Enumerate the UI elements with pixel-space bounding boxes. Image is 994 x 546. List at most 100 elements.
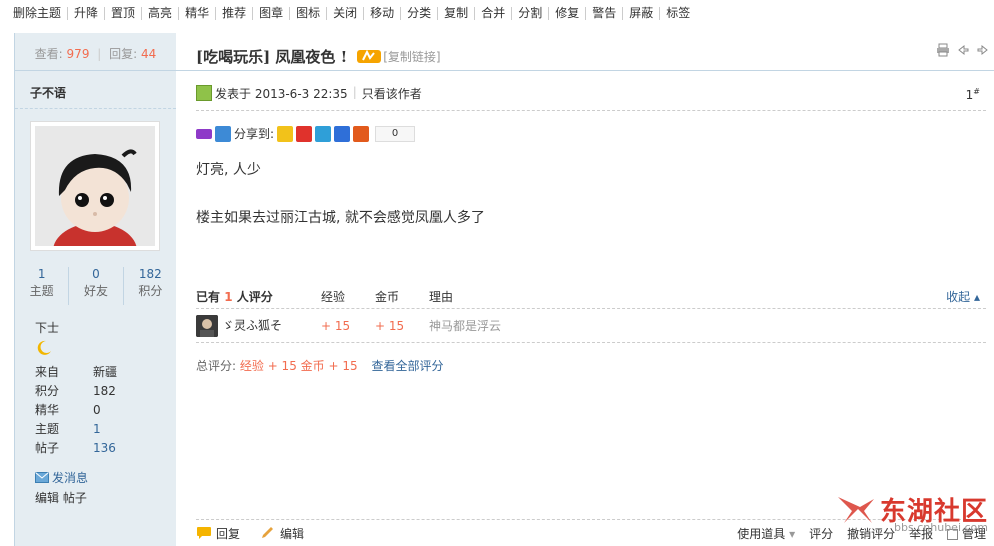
envelope-icon (35, 472, 49, 483)
rating-total: 总评分: 经验 + 15 金币 + 15 查看全部评分 (196, 357, 443, 374)
title-tools (936, 43, 990, 57)
online-status-icon (196, 85, 212, 101)
mod-action[interactable]: 警告 (585, 7, 622, 20)
info-row-digest: 精华 0 (35, 401, 117, 420)
qzone-icon[interactable] (277, 125, 294, 142)
info-key: 精华 (35, 403, 60, 417)
col-gold: 金币 (375, 290, 400, 304)
plus-icon[interactable] (215, 125, 231, 142)
mod-action[interactable]: 精华 (178, 7, 215, 20)
edit-label: 编辑 (280, 526, 305, 541)
rating-header: 已有 1 人评分 经验 金币 理由 收起 ▴ (196, 285, 986, 309)
edit-post-link[interactable]: 编辑 帖子 (35, 489, 87, 506)
stat-points[interactable]: 182 积分 (122, 267, 177, 305)
mod-action[interactable]: 移动 (363, 7, 400, 20)
author-name[interactable]: 子不语 (15, 71, 176, 109)
rating-exp: + 15 (321, 318, 351, 333)
post-main: [吃喝玩乐] 凤凰夜色 ! [复制链接] 发表于 2013-6-3 22:35 … (176, 33, 994, 546)
reply-label: 回复 (216, 526, 241, 541)
info-posts-link[interactable]: 136 (93, 439, 116, 458)
pencil-icon (262, 527, 274, 538)
info-row-topics: 主题 1 (35, 420, 117, 439)
stat-topics-label: 主题 (29, 284, 54, 298)
stat-topics-num: 1 (37, 267, 46, 281)
print-icon[interactable] (936, 43, 950, 57)
total-gold: 金币 + 15 (300, 359, 358, 373)
views-label: 查看: (34, 47, 63, 61)
mod-action[interactable]: 分割 (511, 7, 548, 20)
renren-icon[interactable] (334, 125, 351, 142)
info-value: 新疆 (93, 365, 118, 379)
next-thread-icon[interactable] (976, 43, 990, 57)
content-line: 灯亮, 人少 (196, 162, 261, 178)
send-message-label: 发消息 (52, 471, 89, 485)
tencent-weibo-icon[interactable] (315, 125, 332, 142)
post-title: [吃喝玩乐] 凤凰夜色 ! (196, 47, 348, 66)
replies-label: 回复: (109, 47, 138, 61)
rating-prefix: 已有 (196, 290, 221, 304)
logo-icon (837, 496, 874, 523)
mod-action[interactable]: 分类 (400, 7, 437, 20)
send-message-link[interactable]: 发消息 (35, 469, 88, 486)
mod-action[interactable]: 关闭 (326, 7, 363, 20)
author-info: 来自 新疆 积分 182 精华 0 主题 1 帖子 136 (35, 363, 117, 458)
info-key: 主题 (35, 422, 60, 436)
info-value: 182 (93, 384, 116, 398)
rater-avatar (196, 314, 218, 337)
view-all-ratings-link[interactable]: 查看全部评分 (371, 359, 443, 373)
chevron-down-icon: ▾ (789, 526, 796, 541)
fold-ratings-link[interactable]: 收起 ▴ (946, 288, 980, 305)
mod-action[interactable]: 删除主题 (13, 7, 67, 20)
mod-action[interactable]: 高亮 (141, 7, 178, 20)
moderation-bar: 删除主题 升降 置顶 高亮 精华 推荐 图章 图标 关闭 移动 分类 复制 合并 分割 修复 警告 屏蔽 标签 (0, 0, 994, 28)
mod-action[interactable]: 推荐 (215, 7, 252, 20)
stat-topics[interactable]: 1 主题 (15, 267, 68, 305)
ad-icon (196, 128, 212, 139)
mod-action[interactable]: 图标 (289, 7, 326, 20)
share-count: 0 (375, 125, 416, 142)
info-key: 积分 (35, 384, 60, 398)
watermark-url: bbs.cnhubei.com (894, 521, 988, 534)
mod-action[interactable]: 合并 (474, 7, 511, 20)
edit-button[interactable]: 编辑 (260, 525, 304, 542)
use-tools-menu[interactable]: 使用道具 ▾ (737, 525, 795, 542)
avatar[interactable] (30, 121, 160, 251)
stat-points-label: 积分 (138, 284, 163, 298)
stat-friends[interactable]: 0 好友 (68, 267, 122, 305)
site-watermark: 东湖社区 bbs.cnhubei.com (836, 491, 988, 534)
content-line: 楼主如果去过丽江古城, 就不会感觉凤凰人多了 (196, 210, 485, 226)
mod-action[interactable]: 屏蔽 (622, 7, 659, 20)
weibo-icon[interactable] (296, 125, 313, 142)
avatar-image (35, 126, 155, 246)
mod-action[interactable]: 复制 (437, 7, 474, 20)
mod-action[interactable]: 图章 (252, 7, 289, 20)
floor-number[interactable]: 1# (966, 87, 980, 102)
info-topics-link[interactable]: 1 (93, 420, 101, 439)
info-key: 帖子 (35, 441, 60, 455)
copy-link-button[interactable]: [复制链接] (383, 48, 440, 65)
rating-count: 已有 1 人评分 (196, 288, 321, 305)
views-count: 979 (66, 47, 90, 61)
stat-points-num: 182 (138, 267, 162, 281)
prev-thread-icon[interactable] (956, 43, 970, 57)
info-divider: | (352, 85, 357, 99)
rating-suffix: 人评分 (236, 290, 273, 304)
tianya-icon[interactable] (353, 125, 370, 142)
reply-icon (197, 527, 211, 539)
only-author-link[interactable]: 只看该作者 (362, 85, 422, 102)
rate-button[interactable]: 评分 (809, 525, 833, 542)
info-value: 0 (93, 403, 101, 417)
replies-count: 44 (141, 47, 157, 61)
author-sidebar: 查看: 979 | 回复: 44 子不语 1 主题 0 好友 182 积分 下士… (14, 33, 176, 546)
mod-action[interactable]: 置顶 (104, 7, 141, 20)
hot-icon (357, 49, 382, 63)
reply-button[interactable]: 回复 (196, 525, 240, 542)
info-row-points: 积分 182 (35, 382, 117, 401)
col-reason: 理由 (429, 290, 454, 304)
stat-divider: | (97, 47, 102, 61)
rater[interactable]: ゞ灵ふ狐そ (196, 314, 321, 337)
col-exp: 经验 (321, 290, 346, 304)
mod-action[interactable]: 标签 (659, 7, 696, 20)
mod-action[interactable]: 修复 (548, 7, 585, 20)
mod-action[interactable]: 升降 (67, 7, 104, 20)
